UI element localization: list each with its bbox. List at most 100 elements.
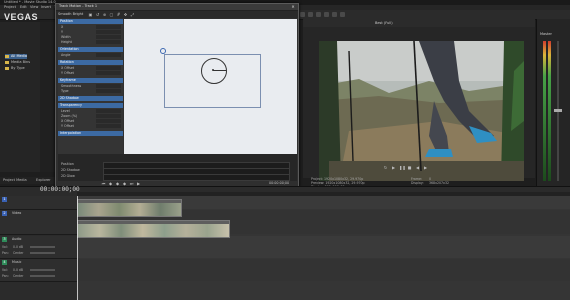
prop-y-offset-2: Y Offset <box>61 124 74 128</box>
scale-icon[interactable]: ⤢ <box>130 12 135 17</box>
prop-x-field[interactable] <box>96 25 121 29</box>
section-keyframe[interactable]: Keyframe <box>58 78 123 83</box>
track-name: Video <box>12 211 22 215</box>
master-fader-handle[interactable] <box>554 109 562 112</box>
move-icon[interactable]: ✥ <box>123 12 128 17</box>
section-transparency[interactable]: Transparency <box>58 103 123 108</box>
rotate-icon[interactable]: ↺ <box>95 12 100 17</box>
section-rotation[interactable]: Rotation <box>58 60 123 65</box>
pan-slider[interactable] <box>30 275 55 277</box>
folder-icon <box>5 60 9 64</box>
motion-canvas[interactable] <box>124 19 297 154</box>
prop-y-offset-field[interactable] <box>96 71 121 75</box>
hiking-scene-image <box>319 41 524 181</box>
prop-x-offset: X Offset <box>61 66 75 70</box>
video-clip-2[interactable] <box>77 220 230 238</box>
loop-icon[interactable]: ↻ <box>383 165 388 170</box>
preset-select[interactable]: Smooth Bright <box>58 12 83 16</box>
track-header-3[interactable]: 3 Audio Vol: 0.0 dB Pan: Center <box>0 236 77 259</box>
preview-quality-select[interactable]: Best (Full) <box>375 21 393 25</box>
meter-right <box>548 41 551 181</box>
new-project-icon[interactable] <box>300 12 305 17</box>
track-lane-3 <box>77 236 570 258</box>
tree-item-all-media[interactable]: All Media <box>5 54 27 59</box>
section-interpolation[interactable]: Interpolation <box>58 131 123 136</box>
stop-icon[interactable]: ■ <box>407 165 412 170</box>
menu-item-view[interactable]: View <box>30 5 38 9</box>
pause-icon[interactable]: ❚❚ <box>399 165 406 170</box>
volume-slider[interactable] <box>30 246 55 248</box>
preview-toolbar: Best (Full) <box>303 19 535 27</box>
section-position[interactable]: Position <box>58 19 123 24</box>
lock-icon[interactable]: ▢ <box>109 12 114 17</box>
dialog-toolbar: Smooth Bright ▣ ↺ ⊕ ▢ # ✥ ⤢ <box>56 11 298 18</box>
tree-item-label: All Media <box>11 54 27 58</box>
playhead-cursor[interactable] <box>77 196 78 300</box>
grid-icon[interactable]: # <box>116 12 121 17</box>
prop-zoom-field[interactable] <box>96 114 121 118</box>
prop-width: Width <box>61 35 71 39</box>
prop-type-field[interactable] <box>96 89 121 93</box>
track-number: 4 <box>2 260 7 265</box>
clip-header <box>78 200 181 203</box>
tree-item-media-bins[interactable]: Media Bins <box>5 60 30 65</box>
properties-panel: Position X Y Width Height Orientation An… <box>58 19 123 154</box>
track-header-4[interactable]: 4 Music Vol: 0.0 dB Pan: Center <box>0 259 77 282</box>
track-number: 2 <box>2 211 7 216</box>
media-tree: All Media Media Bins By Type <box>0 22 60 172</box>
keyframe-row[interactable] <box>103 174 290 181</box>
tab-project-media[interactable]: Project Media <box>3 178 27 182</box>
window-title: Untitled * - Movie Studio 14.0 <box>4 0 56 4</box>
menu-item-edit[interactable]: Edit <box>20 5 27 9</box>
frame-corner-handle[interactable] <box>160 48 166 54</box>
zoom-icon[interactable]: ⊕ <box>102 12 107 17</box>
prop-y-offset-2-field[interactable] <box>96 124 121 128</box>
tab-explorer[interactable]: Explorer <box>36 178 51 182</box>
track-header-1[interactable]: 1 <box>0 196 77 210</box>
track-header-2[interactable]: 2 Video <box>0 210 77 235</box>
section-2d-shadow[interactable]: 2D Shadow <box>58 96 123 101</box>
tree-item-by-type[interactable]: By Type <box>5 66 25 71</box>
menu-item-project[interactable]: Project <box>4 5 16 9</box>
open-icon[interactable] <box>308 12 313 17</box>
menu-item-insert[interactable]: Insert <box>41 5 51 9</box>
prop-y-field[interactable] <box>96 30 121 34</box>
rotation-handle-line <box>213 70 226 71</box>
volume-label: Vol: <box>2 245 8 249</box>
prop-x-offset-2-field[interactable] <box>96 119 121 123</box>
volume-value: 0.0 dB <box>13 245 23 249</box>
display-label: Display: <box>411 181 424 185</box>
prop-level-field[interactable] <box>96 109 121 113</box>
pan-slider[interactable] <box>30 252 55 254</box>
prev-frame-icon[interactable]: ◀ <box>415 165 420 170</box>
prop-smoothness-field[interactable] <box>96 84 121 88</box>
tree-item-label: By Type <box>11 66 25 70</box>
folder-icon <box>5 54 9 58</box>
master-bus: Master -Inf -Inf <box>536 19 570 201</box>
timeline-row-label: 2D Shadow <box>61 168 80 172</box>
prop-angle-field[interactable] <box>96 53 121 57</box>
render-icon[interactable] <box>324 12 329 17</box>
section-orientation[interactable]: Orientation <box>58 47 123 52</box>
save-preset-icon[interactable]: ▣ <box>88 12 93 17</box>
dialog-title: Track Motion - Track 1 <box>59 4 98 8</box>
save-icon[interactable] <box>316 12 321 17</box>
timeline-row-label: 2D Glow <box>61 174 75 178</box>
prop-width-field[interactable] <box>96 35 121 39</box>
video-clip-1[interactable] <box>77 199 182 217</box>
prop-height-field[interactable] <box>96 40 121 44</box>
undo-icon[interactable] <box>332 12 337 17</box>
prop-angle: Angle <box>61 53 71 57</box>
volume-slider[interactable] <box>30 269 55 271</box>
pan-label: Pan: <box>2 251 9 255</box>
redo-icon[interactable] <box>340 12 345 17</box>
preview-image <box>319 41 524 181</box>
next-frame-icon[interactable]: ▶ <box>423 165 428 170</box>
prop-level: Level <box>61 109 70 113</box>
close-icon[interactable]: ✕ <box>290 4 296 9</box>
video-preview-panel: Best (Full) ↻ ▶ ❚❚ ■ ◀ ▶ Project: 1920x1… <box>303 19 535 189</box>
play-icon[interactable]: ▶ <box>391 165 396 170</box>
tree-item-label: Media Bins <box>11 60 31 64</box>
prop-x-offset-field[interactable] <box>96 66 121 70</box>
rotation-circle[interactable] <box>201 58 227 84</box>
